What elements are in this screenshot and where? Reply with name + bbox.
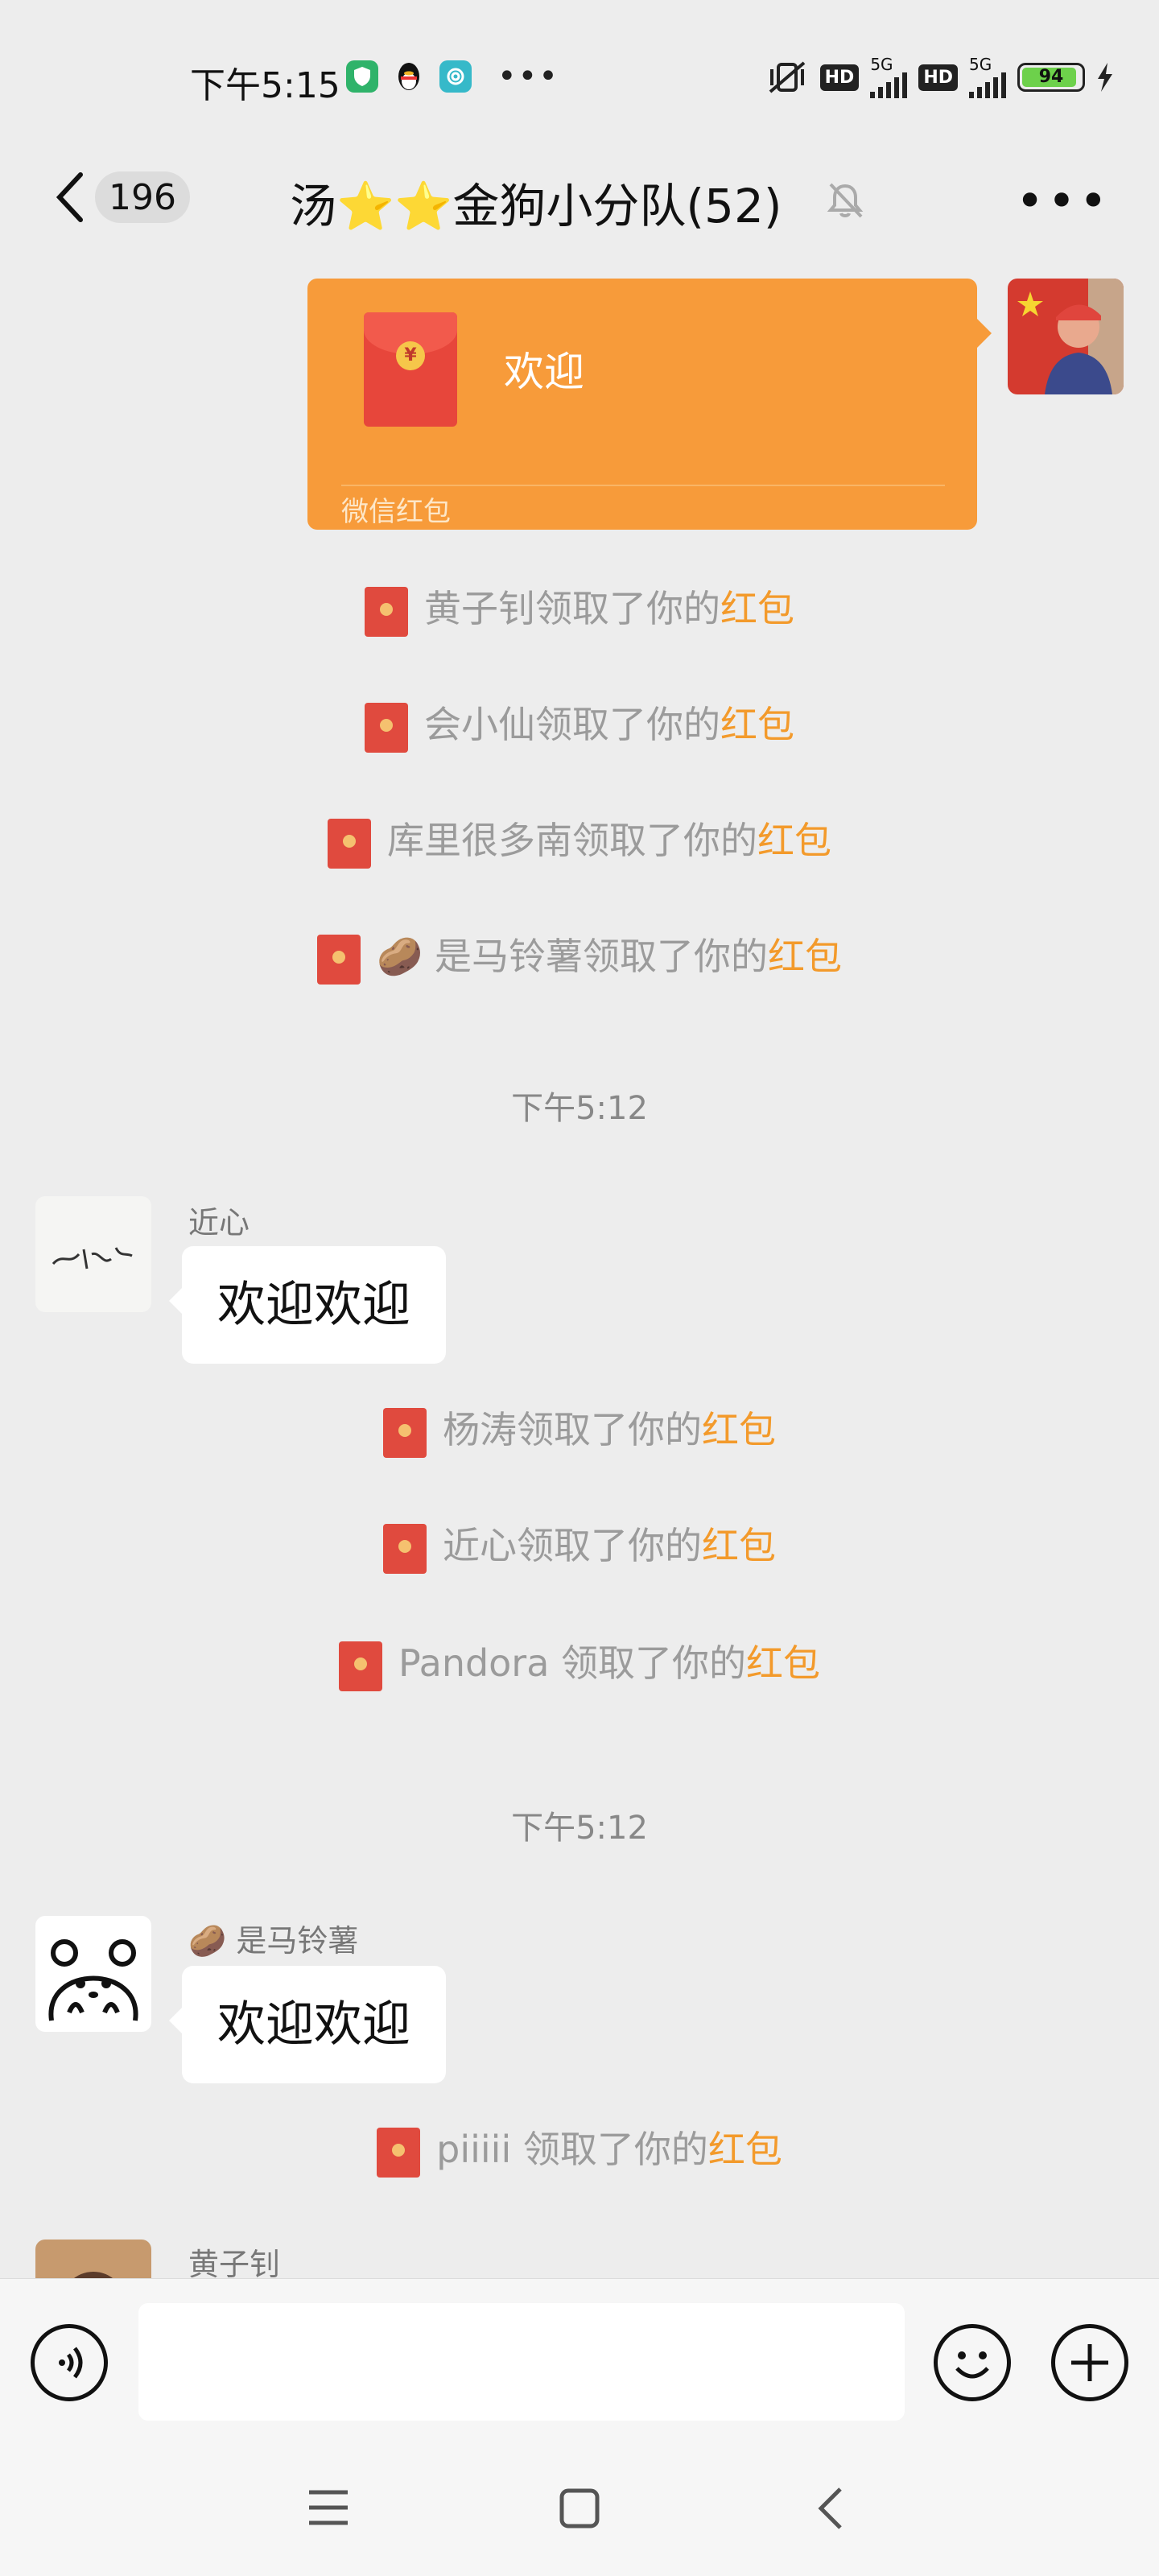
vibrate-off-icon — [769, 61, 805, 93]
bell-off-icon — [827, 183, 864, 218]
back-nav-icon[interactable] — [813, 2484, 848, 2533]
status-time: 下午5:15 — [190, 65, 340, 106]
red-envelope-icon — [377, 2127, 421, 2178]
shield-app-icon — [346, 60, 378, 93]
sender-name: 近心 — [188, 1205, 250, 1241]
more-dots-icon[interactable]: ••• — [1016, 173, 1111, 229]
system-message-2: 会小仙领取了你的红包 — [0, 696, 1159, 753]
red-packet-link[interactable]: 红包 — [702, 1524, 776, 1567]
voice-icon[interactable] — [31, 2324, 108, 2401]
red-packet-link[interactable]: 红包 — [757, 819, 831, 862]
signal-1: 5G — [870, 56, 908, 98]
red-envelope-icon — [383, 1407, 427, 1458]
unread-count-badge[interactable]: 196 — [95, 171, 190, 223]
red-packet-link[interactable]: 红包 — [768, 935, 842, 978]
hd-badge-1: HD — [819, 64, 860, 91]
red-packet-link[interactable]: 红包 — [746, 1641, 820, 1685]
system-message-4: 🥔 是马铃薯领取了你的红包 — [0, 927, 1159, 985]
red-packet-link[interactable]: 红包 — [708, 2128, 782, 2171]
sender-name: 黄子钊 — [188, 2247, 281, 2278]
more-notifications-icon: ••• — [497, 58, 559, 95]
input-bar — [0, 2278, 1159, 2440]
sender-avatar-jinxin[interactable] — [35, 1196, 151, 1312]
my-avatar[interactable] — [1008, 279, 1124, 394]
sender-name: 🥔 是马铃薯 — [188, 1923, 359, 1959]
red-envelope-icon — [328, 818, 371, 869]
system-message-8: piiiii 领取了你的红包 — [0, 2120, 1159, 2178]
red-packet-label: 微信红包 — [341, 496, 451, 528]
plus-icon[interactable] — [1051, 2324, 1128, 2401]
battery-icon: 94 — [1017, 63, 1085, 92]
message-input[interactable] — [138, 2303, 905, 2421]
red-packet-greeting: 欢迎 — [504, 349, 584, 395]
red-packet-link[interactable]: 红包 — [702, 1408, 776, 1451]
red-packet-link[interactable]: 红包 — [720, 703, 794, 746]
red-packet-link[interactable]: 红包 — [720, 587, 794, 630]
system-message-7: Pandora 领取了你的红包 — [0, 1634, 1159, 1691]
home-icon[interactable] — [557, 2486, 602, 2531]
swirl-app-icon — [439, 60, 472, 93]
system-message-1: 黄子钊领取了你的红包 — [0, 580, 1159, 637]
system-message-3: 库里很多南领取了你的红包 — [0, 811, 1159, 869]
qq-penguin-icon — [393, 60, 425, 93]
red-envelope-icon — [383, 1523, 427, 1574]
chat-title: 汤⭐⭐金狗小分队(52) — [290, 179, 782, 233]
status-right: HD 5G HD 5G 94 — [765, 56, 1114, 98]
system-message-5: 杨涛领取了你的红包 — [0, 1401, 1159, 1458]
chevron-left-icon[interactable] — [45, 159, 93, 236]
red-envelope-icon: ¥ — [364, 312, 457, 427]
red-packet-divider — [341, 485, 945, 486]
charging-icon — [1098, 63, 1112, 92]
hd-badge-2: HD — [918, 64, 958, 91]
sender-avatar-potato[interactable] — [35, 1916, 151, 2032]
red-envelope-icon — [317, 934, 361, 985]
red-packet-message[interactable]: ¥ 欢迎 微信红包 — [307, 279, 992, 530]
status-notification-icons: ••• — [346, 58, 559, 95]
status-bar: 下午5:15 ••• HD 5G HD 5G 94 — [0, 0, 1159, 153]
signal-2: 5G — [969, 56, 1006, 98]
message-bubble[interactable]: 欢迎欢迎 — [169, 1966, 446, 2083]
emoji-icon[interactable] — [934, 2324, 1011, 2401]
sender-avatar-huang[interactable] — [35, 2240, 151, 2278]
red-envelope-icon — [338, 1641, 382, 1691]
chat-header: 196 汤⭐⭐金狗小分队(52) ••• — [0, 141, 1159, 254]
timestamp: 下午5:12 — [511, 1090, 648, 1127]
chat-area[interactable]: ¥ 欢迎 微信红包 黄子钊领取了你的红包 会小仙领取了你的红包 库里很多南领取了… — [0, 258, 1159, 2278]
timestamp: 下午5:12 — [511, 1810, 648, 1847]
red-envelope-icon — [365, 702, 408, 753]
menu-icon[interactable] — [306, 2487, 351, 2528]
system-nav-bar — [0, 2439, 1159, 2576]
red-envelope-icon — [365, 586, 408, 637]
system-message-6: 近心领取了你的红包 — [0, 1517, 1159, 1574]
message-bubble[interactable]: 欢迎欢迎 — [169, 1246, 446, 1364]
